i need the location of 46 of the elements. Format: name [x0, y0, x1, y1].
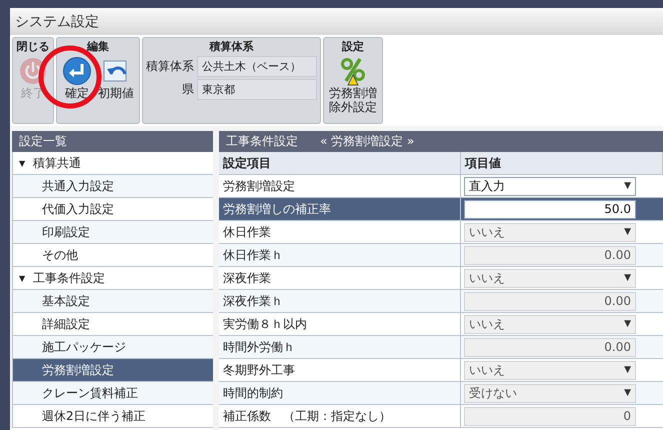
column-header: 項目値 [461, 152, 663, 175]
expand-caret: ▼ [19, 158, 26, 168]
setting-label: 冬期野外工事 [219, 359, 461, 382]
tree-item[interactable]: 代価入力設定 [12, 198, 213, 221]
number-field[interactable]: 50.0 [464, 200, 636, 218]
setting-label: 休日作業ｈ [219, 244, 461, 267]
setting-label: 労務割増設定 [219, 175, 461, 198]
readonly-field: 東京都 [197, 79, 317, 100]
toolbar-button[interactable]: 労務割増 除外設定 [327, 54, 379, 117]
field-label: 積算体系 [146, 58, 194, 75]
column-header: 設定項目 [219, 152, 461, 175]
setting-label: 時間外労働ｈ [219, 336, 461, 359]
setting-label: 実労働８ｈ以内 [219, 313, 461, 336]
dropdown[interactable]: 直入力 ▼ [464, 176, 636, 196]
panel-title: 工事条件設定 [226, 133, 298, 150]
enter-icon [62, 56, 92, 86]
tree-item[interactable]: 詳細設定 [12, 313, 213, 336]
tree-item[interactable]: 共通入力設定 [12, 175, 213, 198]
field-label: 県 [181, 81, 194, 98]
setting-label: 時間的制約 [219, 382, 461, 405]
tree-group-item[interactable]: ▼ 積算共通 [12, 152, 213, 175]
setting-label: 深夜作業ｈ [219, 290, 461, 313]
tree-item[interactable]: 基本設定 [12, 290, 213, 313]
toolbar-button[interactable]: 初期値 [96, 54, 136, 102]
window-title: システム設定 [15, 12, 99, 30]
power-icon [18, 56, 48, 86]
tree-item[interactable]: クレーン賃料補正 [12, 382, 213, 405]
panel-subtitle: « 労務割増設定 » [320, 133, 414, 150]
setting-label: 補正係数 （工期：指定なし） [219, 405, 461, 428]
setting-label: 休日作業 [219, 221, 461, 244]
tree-item[interactable]: 週休2日に伴う補正 [12, 405, 213, 428]
readonly-field: 公共土木（ベース） [197, 56, 317, 77]
tree-item[interactable]: 労務割増設定 [12, 359, 213, 382]
percent-warning-icon [338, 56, 368, 86]
expand-caret: ▼ [19, 274, 26, 282]
group-title: 閉じる [16, 39, 50, 54]
group-title: 設定 [342, 39, 364, 54]
tree-item[interactable]: その他 [12, 244, 213, 267]
tree-item[interactable]: 印刷設定 [12, 221, 213, 244]
panel-title: 設定一覧 [19, 133, 67, 150]
group-title: 積算体系 [210, 39, 254, 54]
tree-item[interactable]: 施工パッケージ [12, 336, 213, 359]
setting-label: 労務割増しの補正率 [219, 198, 461, 221]
tree-group-item[interactable]: ▼ 工事条件設定 [12, 267, 213, 290]
setting-label: 深夜作業 [219, 267, 461, 290]
group-title: 編集 [87, 39, 109, 54]
